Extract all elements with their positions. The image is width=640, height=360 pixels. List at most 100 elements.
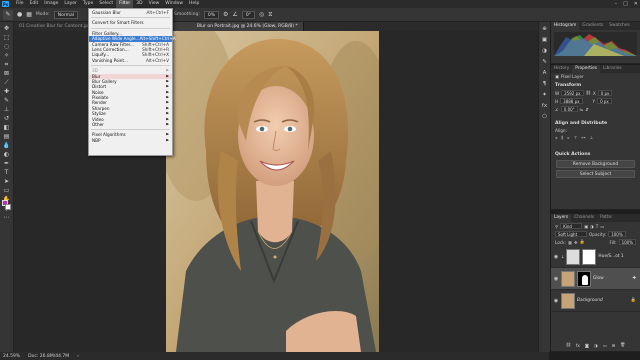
healing-tool-icon[interactable]: ✚ <box>2 88 11 95</box>
marquee-tool-icon[interactable]: ⬚ <box>2 34 11 41</box>
opacity-input[interactable]: 100% <box>608 231 626 237</box>
more-tools-icon[interactable]: ⋯ <box>2 214 11 221</box>
symmetry-icon[interactable]: ⧖ <box>268 11 272 19</box>
menu-help[interactable]: Help <box>186 0 202 8</box>
styles-icon[interactable]: fx <box>541 103 549 110</box>
add-mask-icon[interactable]: ◙ <box>585 343 589 348</box>
link-icon[interactable]: ⛓ <box>586 90 591 96</box>
visibility-eye-icon[interactable]: ◉ <box>553 276 559 282</box>
align-left-icon[interactable]: ⫷ <box>555 135 557 140</box>
brush-tool-icon[interactable]: ✎ <box>2 97 11 104</box>
layer-row-glow[interactable]: ◉ Glow ✚ <box>551 268 640 290</box>
frame-tool-icon[interactable]: ⊠ <box>2 70 11 77</box>
lasso-tool-icon[interactable]: ◌ <box>2 43 11 50</box>
crop-tool-icon[interactable]: ⌗ <box>2 61 11 68</box>
brush-panel-icon[interactable]: ▦ <box>26 11 32 18</box>
new-layer-icon[interactable]: ⊞ <box>612 343 616 348</box>
tab-histogram[interactable]: Histogram <box>551 22 580 30</box>
flip-vertical-icon[interactable]: ⇵ <box>585 107 589 112</box>
menu-window[interactable]: Window <box>162 0 186 8</box>
trash-icon[interactable]: 🗑 <box>620 342 625 348</box>
stamp-tool-icon[interactable]: ⊥ <box>2 106 11 113</box>
brush-preset-icon[interactable]: ● <box>17 11 22 18</box>
mode-select[interactable]: Normal <box>53 10 78 19</box>
filter-menu-item-vanishing-point[interactable]: Vanishing Point... Alt+Ctrl+V <box>89 58 172 63</box>
paragraph-icon[interactable]: ¶ <box>541 81 549 88</box>
tab-swatches[interactable]: Swatches <box>606 22 633 30</box>
learn-icon[interactable]: ⊕ <box>541 26 549 33</box>
filter-shape-icon[interactable]: ▭ <box>600 224 604 229</box>
align-middle-icon[interactable]: ⊶ <box>581 135 585 140</box>
kind-filter-select[interactable]: Kind <box>560 223 583 229</box>
filter-adjust-icon[interactable]: ◑ <box>590 224 594 229</box>
menu-image[interactable]: Image <box>41 0 61 8</box>
glyphs-icon[interactable]: ✦ <box>541 92 549 99</box>
adjustments-icon[interactable]: ◑ <box>541 48 549 55</box>
brush-tool-icon[interactable]: ✎ <box>3 9 13 20</box>
lock-all-icon[interactable]: 🔒 <box>579 239 584 245</box>
tab-gradients[interactable]: Gradients <box>579 22 606 30</box>
align-right-icon[interactable]: ⫸ <box>567 135 569 140</box>
menu-filter[interactable]: Filter <box>116 0 134 8</box>
height-input[interactable]: 3888 px <box>560 98 583 104</box>
eraser-tool-icon[interactable]: ◧ <box>2 124 11 131</box>
tab-layers[interactable]: Layers <box>551 214 572 222</box>
filter-type-icon[interactable]: T <box>596 224 599 229</box>
angle-input[interactable]: 0.00° <box>560 106 578 112</box>
smoothing-settings-icon[interactable]: ⚙ <box>223 11 228 18</box>
smoothing-input[interactable]: 0% <box>203 10 220 19</box>
character-icon[interactable]: A <box>541 70 549 77</box>
select-subject-button[interactable]: Select Subject <box>556 170 635 178</box>
align-top-icon[interactable]: ⊤ <box>574 135 578 140</box>
menu-3d[interactable]: 3D <box>133 0 145 8</box>
x-input[interactable]: 0 px <box>597 90 613 96</box>
tab-properties[interactable]: Properties <box>572 65 601 73</box>
layer-row-hue[interactable]: ◉ ↓ Hue/S...ot 1 <box>551 246 640 268</box>
layer-row-background[interactable]: ◉ Background 🔒 <box>551 290 640 312</box>
link-layers-icon[interactable]: ⛓ <box>566 342 571 348</box>
tab-channels[interactable]: Channels <box>571 214 597 222</box>
layer-name[interactable]: Background <box>577 298 603 303</box>
libraries-icon[interactable]: ▣ <box>541 37 549 44</box>
chevron-right-icon[interactable]: › <box>77 354 79 359</box>
path-icon[interactable]: ⬠ <box>541 114 549 121</box>
filter-menu-item-convert-for-smart-filters[interactable]: Convert for Smart Filters <box>89 20 172 25</box>
filter-menu-item-other[interactable]: Other ▶ <box>89 122 172 127</box>
path-select-tool-icon[interactable]: ➤ <box>2 178 11 185</box>
remove-background-button[interactable]: Remove Background <box>556 160 635 168</box>
blend-mode-select[interactable]: Soft Light <box>555 231 587 237</box>
menu-file[interactable]: File <box>13 0 27 8</box>
brush-settings-icon[interactable]: ✎ <box>541 59 549 66</box>
width-input[interactable]: 2592 px <box>561 90 584 96</box>
menu-view[interactable]: View <box>146 0 163 8</box>
menu-type[interactable]: Type <box>80 0 96 8</box>
lock-pixels-icon[interactable]: ▦ <box>568 240 572 245</box>
tab-libraries[interactable]: Libraries <box>600 65 625 73</box>
filter-pixel-icon[interactable]: ▣ <box>584 224 588 229</box>
visibility-eye-icon[interactable]: ◉ <box>553 254 559 260</box>
y-input[interactable]: 0 px <box>597 98 612 104</box>
doc-info[interactable]: Doc: 26.8M/44.7M <box>28 354 69 359</box>
menu-layer[interactable]: Layer <box>61 0 80 8</box>
minimize-icon[interactable]: – <box>615 1 618 7</box>
group-folder-icon[interactable]: ▭ <box>603 343 607 348</box>
fill-input[interactable]: 100% <box>618 239 636 245</box>
pressure-size-icon[interactable]: ◎ <box>259 11 264 18</box>
align-center-icon[interactable]: ⫼ <box>561 135 563 140</box>
background-color-swatch[interactable] <box>5 204 11 210</box>
shape-tool-icon[interactable]: ▭ <box>2 187 11 194</box>
doc-tab-1[interactable]: 01 Creative Blur for Content.jpg <box>14 22 97 31</box>
move-tool-icon[interactable]: ✥ <box>2 25 11 32</box>
menu-select[interactable]: Select <box>96 0 116 8</box>
tab-paths[interactable]: Paths <box>597 214 615 222</box>
blur-tool-icon[interactable]: 💧 <box>2 142 11 149</box>
layer-name[interactable]: Hue/S...ot 1 <box>598 254 623 259</box>
filter-menu-item-gaussian-blur[interactable]: Gaussian Blur Alt+Ctrl+F <box>89 10 172 15</box>
angle-input[interactable]: 0° <box>241 10 255 19</box>
fx-icon[interactable]: fx <box>576 343 580 348</box>
lock-position-icon[interactable]: ✥ <box>574 240 578 245</box>
adjustment-layer-icon[interactable]: ◑ <box>594 343 598 348</box>
visibility-eye-icon[interactable]: ◉ <box>553 298 559 304</box>
maximize-icon[interactable]: □ <box>623 1 628 7</box>
pen-tool-icon[interactable]: ✒ <box>2 160 11 167</box>
